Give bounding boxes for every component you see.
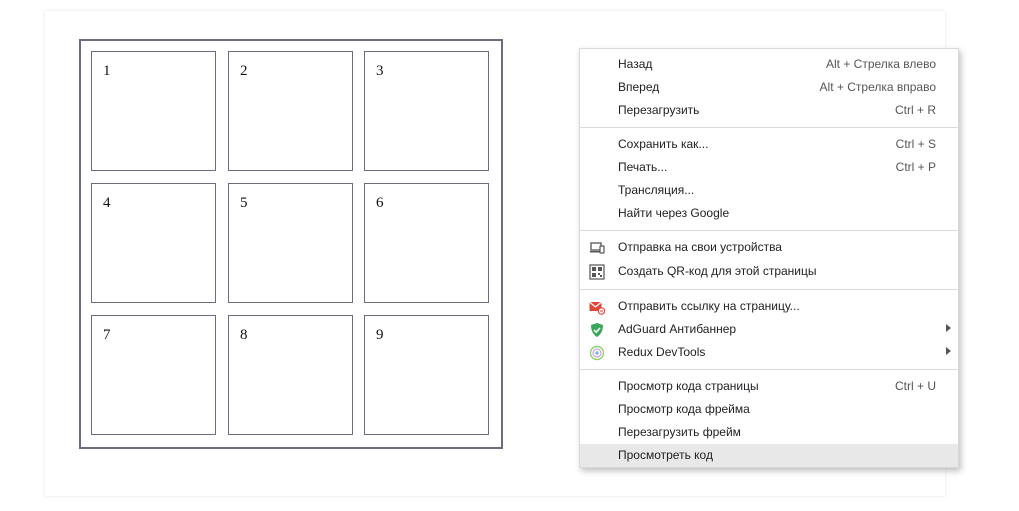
grid-cell: 6 — [364, 183, 489, 303]
cell-number: 1 — [103, 63, 111, 79]
menu-item-print[interactable]: Печать... Ctrl + P — [580, 156, 958, 179]
devices-icon — [589, 240, 605, 256]
menu-separator — [580, 369, 958, 370]
menu-item-label: Отправить ссылку на страницу... — [618, 299, 800, 313]
menu-item-view-page-source[interactable]: Просмотр кода страницы Ctrl + U — [580, 375, 958, 398]
grid-cell: 9 — [364, 315, 489, 435]
grid-cell: 3 — [364, 51, 489, 171]
menu-item-label: Сохранить как... — [618, 137, 709, 151]
menu-item-forward[interactable]: Вперед Alt + Стрелка вправо — [580, 76, 958, 99]
menu-item-reload[interactable]: Перезагрузить Ctrl + R — [580, 99, 958, 122]
menu-item-label: Назад — [618, 57, 653, 71]
menu-item-inspect[interactable]: Просмотреть код — [580, 444, 958, 467]
menu-item-save-as[interactable]: Сохранить как... Ctrl + S — [580, 133, 958, 156]
menu-item-shortcut: Ctrl + R — [894, 103, 936, 117]
menu-item-send-link[interactable]: Отправить ссылку на страницу... — [580, 295, 958, 318]
menu-item-label: Перезагрузить — [618, 103, 700, 117]
menu-item-send-to-devices[interactable]: Отправка на свои устройства — [580, 236, 958, 259]
menu-item-label: Просмотр кода фрейма — [618, 402, 750, 416]
menu-item-cast[interactable]: Трансляция... — [580, 179, 958, 202]
grid-cell: 2 — [228, 51, 353, 171]
grid-cell: 4 — [91, 183, 216, 303]
cell-number: 3 — [376, 63, 384, 79]
cell-number: 6 — [376, 195, 384, 211]
menu-item-label: Печать... — [618, 160, 668, 174]
submenu-arrow-icon — [946, 324, 951, 332]
menu-item-shortcut: Ctrl + U — [894, 379, 936, 393]
menu-item-label: Вперед — [618, 80, 660, 94]
cell-number: 2 — [240, 63, 248, 79]
menu-item-search-google[interactable]: Найти через Google — [580, 202, 958, 225]
grid-cell: 1 — [91, 51, 216, 171]
menu-item-shortcut: Alt + Стрелка вправо — [819, 80, 936, 94]
menu-item-adguard[interactable]: AdGuard Антибаннер — [580, 318, 958, 341]
menu-item-shortcut: Ctrl + S — [895, 137, 936, 151]
menu-item-label: Просмотреть код — [618, 448, 713, 462]
menu-item-reload-frame[interactable]: Перезагрузить фрейм — [580, 421, 958, 444]
browser-viewport: 1 2 3 4 5 6 7 8 9 Назад Alt + Стрелка вл… — [0, 0, 1019, 511]
menu-item-qr-code[interactable]: Создать QR-код для этой страницы — [580, 260, 958, 283]
menu-item-redux-devtools[interactable]: Redux DevTools — [580, 341, 958, 364]
context-menu: Назад Alt + Стрелка влево Вперед Alt + С… — [579, 48, 959, 468]
grid-cell: 5 — [228, 183, 353, 303]
submenu-arrow-icon — [946, 347, 951, 355]
menu-item-view-frame-source[interactable]: Просмотр кода фрейма — [580, 398, 958, 421]
menu-separator — [580, 289, 958, 290]
qr-code-icon — [589, 264, 605, 280]
adguard-shield-icon — [589, 322, 605, 338]
menu-item-shortcut: Alt + Стрелка влево — [825, 57, 936, 71]
menu-separator — [580, 127, 958, 128]
menu-separator — [580, 230, 958, 231]
menu-item-label: Трансляция... — [618, 183, 695, 197]
grid-cell: 7 — [91, 315, 216, 435]
cell-number: 5 — [240, 195, 248, 211]
menu-item-label: Создать QR-код для этой страницы — [618, 264, 817, 278]
menu-item-label: Отправка на свои устройства — [618, 240, 782, 254]
menu-item-label: Найти через Google — [618, 206, 730, 220]
menu-item-label: Redux DevTools — [618, 345, 706, 359]
menu-item-shortcut: Ctrl + P — [895, 160, 936, 174]
grid-container: 1 2 3 4 5 6 7 8 9 — [79, 39, 503, 449]
cell-number: 7 — [103, 327, 111, 343]
cell-number: 9 — [376, 327, 384, 343]
menu-item-label: Перезагрузить фрейм — [618, 425, 741, 439]
redux-devtools-icon — [589, 345, 605, 361]
grid-cell: 8 — [228, 315, 353, 435]
menu-item-back[interactable]: Назад Alt + Стрелка влево — [580, 53, 958, 76]
cell-number: 8 — [240, 327, 248, 343]
menu-item-label: Просмотр кода страницы — [618, 379, 759, 393]
cell-number: 4 — [103, 195, 111, 211]
menu-item-label: AdGuard Антибаннер — [618, 322, 737, 336]
mail-link-icon — [589, 299, 606, 315]
